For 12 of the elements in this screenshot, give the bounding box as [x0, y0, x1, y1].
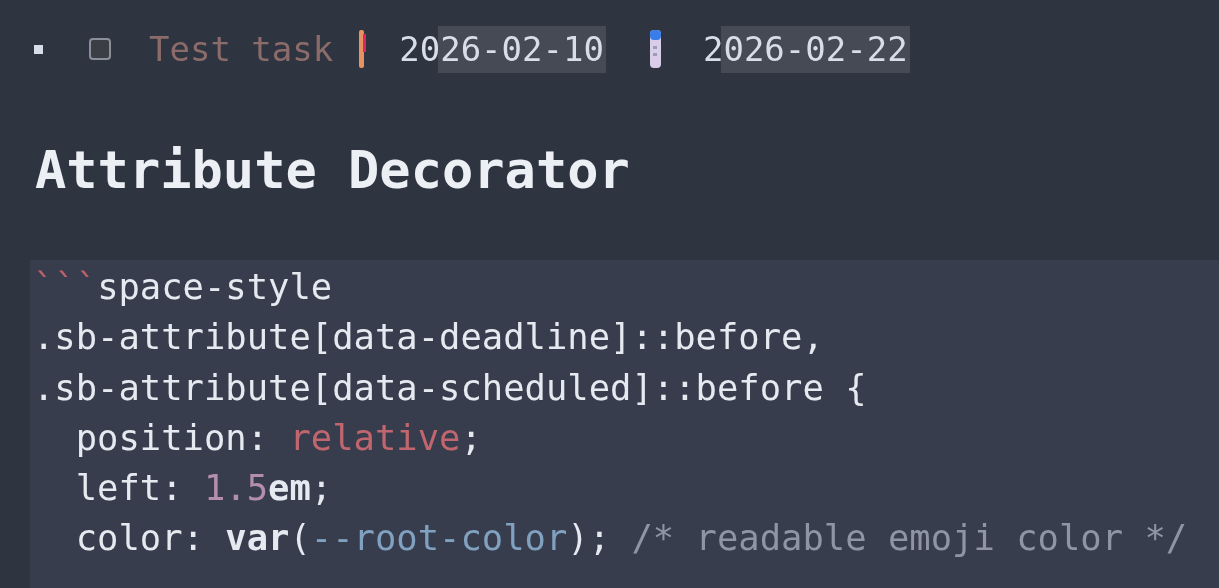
task-checkbox[interactable]: [89, 38, 111, 60]
code-line: color: var(--root-color); /* readable emoji color */: [74, 516, 1188, 561]
code-line: position: relative;: [74, 415, 482, 460]
code-line: ```space-style: [33, 265, 333, 309]
code-line: .sb-attribute[data-scheduled]::before {: [33, 365, 867, 410]
section-heading: Attribute Decorator: [35, 140, 631, 200]
deadline-icon: [359, 30, 368, 68]
code-line: .sb-attribute[data-deadline]::before,: [33, 315, 824, 360]
calendar-icon: [649, 30, 661, 68]
bullet-icon: [34, 44, 43, 54]
task-label: Test task: [149, 29, 334, 69]
code-line: left: 1.5em;: [74, 466, 333, 511]
